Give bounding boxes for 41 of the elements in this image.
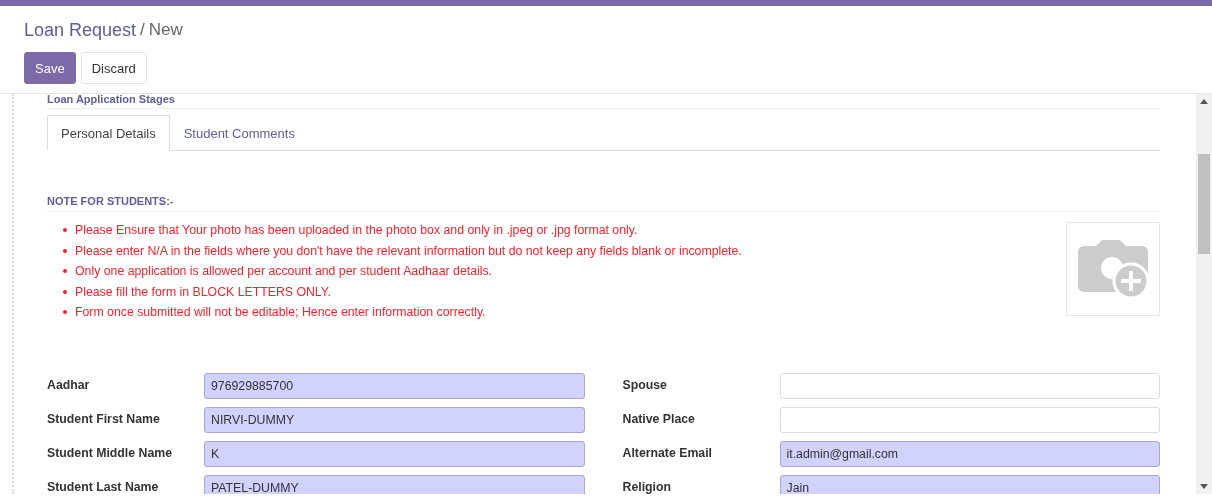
field-label: Student Middle Name (47, 444, 174, 460)
note-item: Please Ensure that Your photo has been uploaded in the photo box and only in .jpeg or .jpg format only. (75, 222, 638, 239)
scrollbar-thumb[interactable] (1198, 154, 1210, 254)
section-title: Loan Application Stages (47, 94, 175, 106)
note-item: Form once submitted will not be editable; Hence enter information correctly. (75, 304, 486, 321)
bullet-icon (63, 310, 67, 315)
input-field[interactable]: K (204, 440, 585, 467)
field-label: Alternate Email (622, 444, 714, 460)
input-field[interactable]: 976929885700 (204, 372, 585, 399)
note-heading: NOTE FOR STUDENTS:- (47, 195, 1160, 212)
bullet-icon (63, 289, 67, 294)
field-label: Religion (622, 478, 672, 494)
input-field[interactable]: it.admin@gmail.com (779, 440, 1160, 467)
input-field[interactable] (779, 372, 1160, 399)
field-label: Spouse (622, 376, 668, 392)
photo-upload[interactable] (1066, 222, 1160, 316)
bullet-icon (63, 269, 67, 274)
scrollbar[interactable] (1196, 94, 1212, 494)
bullet-icon (63, 228, 67, 233)
field-label: Student First Name (47, 410, 161, 426)
tab[interactable]: Personal Details (47, 115, 170, 151)
save-button[interactable]: Save (24, 52, 76, 84)
tab[interactable]: Student Comments (169, 115, 309, 151)
note-item: Please fill the form in BLOCK LETTERS ONLY. (75, 283, 331, 301)
note-item: Please enter N/A in the fields where you don't have the relevant information but do not keep any fields blank or incomplete. (75, 242, 742, 260)
input-field[interactable] (779, 406, 1160, 433)
discard-button[interactable]: Discard (80, 52, 147, 84)
bullet-icon (63, 248, 67, 253)
breadcrumb-separator: / (140, 20, 145, 41)
camera-add-icon (1076, 238, 1150, 300)
input-field[interactable]: NIRVI-DUMMY (204, 406, 585, 433)
input-field[interactable]: Jain (779, 474, 1160, 494)
scroll-up-icon[interactable] (1200, 99, 1208, 104)
field-label: Aadhar (47, 376, 91, 392)
field-label: Student Last Name (47, 478, 160, 494)
breadcrumb-current: New (148, 20, 183, 41)
breadcrumb-link[interactable]: Loan Request (24, 20, 137, 41)
field-label: Native Place (622, 410, 696, 426)
scroll-down-icon[interactable] (1200, 484, 1208, 489)
input-field[interactable]: PATEL-DUMMY (204, 474, 585, 494)
note-item: Only one application is allowed per account and per student Aadhaar details. (75, 263, 492, 280)
